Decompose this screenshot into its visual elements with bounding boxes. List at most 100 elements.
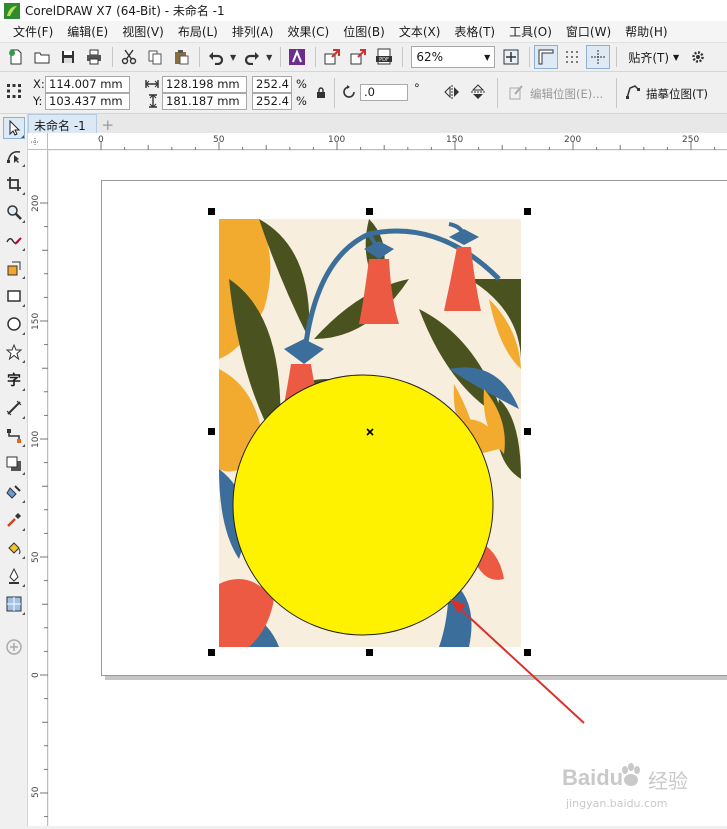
rectangle-tool[interactable] [3, 285, 25, 307]
menu-text[interactable]: 文本(X) [392, 21, 448, 42]
width-input[interactable]: 128.198 mm [162, 76, 247, 93]
menu-tools[interactable]: 工具(O) [502, 21, 559, 42]
color-eyedropper-tool[interactable] [3, 509, 25, 531]
shape-tool[interactable] [3, 145, 25, 167]
freehand-icon [6, 237, 22, 245]
smart-fill-tool[interactable] [3, 257, 25, 279]
import-button[interactable] [320, 45, 344, 69]
menu-effects[interactable]: 效果(C) [280, 21, 336, 42]
parallel-dimension-tool[interactable] [3, 397, 25, 419]
redo-dropdown-icon[interactable]: ▼ [266, 53, 272, 62]
x-position-label: X: [33, 77, 45, 91]
save-icon [62, 51, 74, 63]
show-guidelines-button[interactable] [586, 45, 611, 69]
ellipse-tool[interactable] [3, 313, 25, 335]
selection-handle-left[interactable] [208, 428, 215, 435]
redo-button[interactable] [240, 45, 264, 69]
search-content-button[interactable] [285, 45, 309, 69]
zoom-level-select[interactable]: 62% ▼ [411, 46, 496, 68]
selection-handle-bottom-left[interactable] [208, 649, 215, 656]
zoom-tool[interactable] [3, 201, 25, 223]
menu-view[interactable]: 视图(V) [115, 21, 171, 42]
vertical-ruler[interactable]: 200 150 100 50 0 50 [28, 150, 48, 826]
trace-bitmap-button[interactable]: 描摹位图(T) [646, 86, 708, 102]
rulers-icon [538, 49, 554, 65]
menu-arrange[interactable]: 排列(A) [225, 21, 281, 42]
object-origin-icon[interactable] [6, 83, 22, 99]
scale-y-input[interactable]: 252.4 [252, 93, 292, 110]
cut-button[interactable] [117, 45, 141, 69]
show-rulers-button[interactable] [534, 45, 559, 69]
snap-to-button[interactable]: 贴齐(T) ▼ [621, 46, 686, 68]
selection-handle-top-left[interactable] [208, 208, 215, 215]
transparency-tool[interactable] [3, 481, 25, 503]
height-icon [149, 94, 157, 108]
x-position-input[interactable]: 114.007 mm [45, 76, 130, 93]
edit-bitmap-button[interactable]: 编辑位图(E)... [530, 86, 603, 102]
undo-dropdown-icon[interactable]: ▼ [230, 53, 236, 62]
gear-icon [692, 51, 704, 63]
smart-drawing-tool[interactable] [3, 565, 25, 587]
menu-layout[interactable]: 布局(L) [171, 21, 225, 42]
mirror-horizontal-icon[interactable] [443, 84, 461, 100]
drop-shadow-tool[interactable] [3, 453, 25, 475]
ruler-origin[interactable] [28, 133, 48, 150]
menu-help[interactable]: 帮助(H) [618, 21, 674, 42]
export-button[interactable] [346, 45, 370, 69]
toolbar-separator [280, 47, 282, 67]
selection-handle-top[interactable] [366, 208, 373, 215]
full-screen-button[interactable] [499, 45, 523, 69]
eyedropper-icon [7, 513, 21, 527]
toolbar-separator [529, 47, 531, 67]
horizontal-ruler[interactable]: 0 50 100 150 200 250 [48, 133, 727, 150]
pdf-icon: PDF [376, 48, 393, 65]
mesh-fill-tool[interactable] [3, 593, 25, 615]
ruler-origin-icon [31, 138, 39, 146]
menu-window[interactable]: 窗口(W) [559, 21, 618, 42]
text-tool[interactable]: 字 [3, 369, 25, 391]
publish-pdf-button[interactable]: PDF [372, 45, 396, 69]
paste-button[interactable] [169, 45, 193, 69]
connector-tool[interactable] [3, 425, 25, 447]
document-tab[interactable]: 未命名 -1 [28, 114, 97, 133]
drawing-canvas[interactable] [49, 151, 727, 826]
polygon-tool[interactable] [3, 341, 25, 363]
print-button[interactable] [82, 45, 106, 69]
add-document-icon[interactable]: + [100, 116, 116, 134]
options-button[interactable] [686, 45, 710, 69]
ellipse-icon [7, 317, 21, 331]
interactive-fill-tool[interactable] [3, 537, 25, 559]
lock-ratio-icon[interactable] [316, 87, 326, 99]
menu-table[interactable]: 表格(T) [447, 21, 502, 42]
undo-icon [209, 52, 224, 65]
freehand-tool[interactable] [3, 229, 25, 251]
selection-handle-bottom[interactable] [366, 649, 373, 656]
ruler-h-label: 100 [328, 135, 345, 145]
copy-button[interactable] [143, 45, 167, 69]
add-tool-button[interactable] [3, 636, 25, 658]
undo-button[interactable] [204, 45, 228, 69]
paw-logo-icon [622, 763, 640, 786]
new-document-button[interactable] [4, 45, 28, 69]
height-input[interactable]: 181.187 mm [162, 93, 247, 110]
menu-file[interactable]: 文件(F) [6, 21, 60, 42]
trace-bitmap-icon [626, 85, 640, 99]
y-position-label: Y: [33, 94, 43, 108]
pick-tool[interactable] [3, 117, 25, 139]
y-position-input[interactable]: 103.437 mm [45, 93, 130, 110]
crop-tool[interactable] [3, 173, 25, 195]
open-button[interactable] [30, 45, 54, 69]
ruler-v-label: 0 [31, 672, 41, 678]
show-grid-button[interactable] [560, 45, 584, 69]
scissors-icon [121, 49, 137, 65]
rotation-input[interactable]: .0 [360, 84, 408, 101]
menu-bitmaps[interactable]: 位图(B) [336, 21, 392, 42]
menu-edit[interactable]: 编辑(E) [60, 21, 115, 42]
transparency-icon [6, 485, 21, 499]
scale-x-input[interactable]: 252.4 [252, 76, 292, 93]
save-button[interactable] [56, 45, 80, 69]
selection-handle-top-right[interactable] [524, 208, 531, 215]
mirror-vertical-icon[interactable] [470, 83, 486, 101]
selection-handle-right[interactable] [524, 428, 531, 435]
vertical-ruler-ticks: 200 150 100 50 0 50 [31, 195, 48, 818]
